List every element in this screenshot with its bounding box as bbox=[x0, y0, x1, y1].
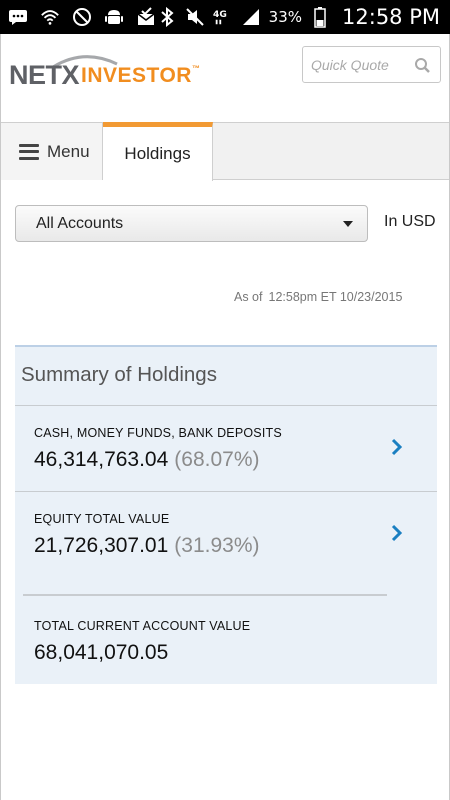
as-of-timestamp: As of 12:58pm ET 10/23/2015 bbox=[234, 290, 402, 304]
holding-label: EQUITY TOTAL VALUE bbox=[34, 512, 170, 526]
nav-tabs: Menu Holdings bbox=[1, 122, 449, 181]
holding-value: 21,726,307.01 (31.93%) bbox=[34, 534, 260, 557]
holding-percent: (68.07%) bbox=[174, 448, 260, 471]
hamburger-icon bbox=[19, 143, 39, 160]
battery-percent: 33% bbox=[268, 8, 303, 26]
dropdown-caret-icon bbox=[343, 221, 353, 227]
netx-investor-logo[interactable]: NETX INVESTOR™ bbox=[9, 54, 200, 104]
holding-label: CASH, MONEY FUNDS, BANK DEPOSITS bbox=[34, 426, 282, 440]
android-icon bbox=[104, 7, 124, 27]
signal-icon bbox=[241, 7, 261, 27]
mail-check-icon bbox=[136, 7, 156, 27]
chevron-right-icon[interactable] bbox=[391, 524, 403, 542]
account-select[interactable]: All Accounts bbox=[15, 205, 368, 242]
logo-netx-text: NETX bbox=[9, 60, 80, 90]
menu-label: Menu bbox=[47, 141, 90, 161]
message-icon bbox=[8, 7, 28, 27]
summary-title: Summary of Holdings bbox=[21, 363, 217, 386]
account-select-value: All Accounts bbox=[36, 214, 124, 232]
quick-quote-search bbox=[302, 46, 441, 83]
tab-holdings[interactable]: Holdings bbox=[103, 122, 213, 181]
svg-text:4G: 4G bbox=[213, 10, 227, 20]
blocked-icon bbox=[72, 7, 92, 27]
holding-percent: (31.93%) bbox=[174, 534, 260, 557]
as-of-prefix: As of bbox=[234, 290, 263, 304]
app-header: NETX INVESTOR™ bbox=[1, 34, 449, 122]
quick-quote-input[interactable] bbox=[311, 55, 411, 75]
total-value: 68,041,070.05 bbox=[34, 641, 169, 664]
search-icon[interactable] bbox=[414, 57, 431, 74]
chevron-right-icon[interactable] bbox=[391, 438, 403, 456]
bluetooth-icon bbox=[157, 7, 177, 27]
logo-investor-text: INVESTOR™ bbox=[81, 64, 201, 87]
app-frame: NETX INVESTOR™ Menu Holdings All Account… bbox=[0, 34, 450, 800]
network-4g-icon: 4G bbox=[213, 7, 233, 27]
clock: 12:58 PM bbox=[342, 5, 440, 29]
status-bar: 4G 33% 12:58 PM bbox=[0, 0, 450, 34]
wifi-calling-icon bbox=[40, 7, 60, 27]
battery-icon bbox=[310, 7, 330, 28]
menu-button[interactable]: Menu bbox=[1, 123, 103, 180]
currency-label: In USD bbox=[384, 213, 436, 230]
holding-row-equity[interactable]: EQUITY TOTAL VALUE 21,726,307.01 (31.93%) bbox=[15, 491, 437, 591]
mute-icon bbox=[185, 7, 205, 27]
total-divider bbox=[23, 594, 387, 596]
total-label: TOTAL CURRENT ACCOUNT VALUE bbox=[34, 619, 251, 633]
tab-holdings-label: Holdings bbox=[124, 144, 191, 163]
summary-of-holdings-panel: Summary of Holdings CASH, MONEY FUNDS, B… bbox=[15, 345, 437, 684]
holding-value: 46,314,763.04 (68.07%) bbox=[34, 448, 260, 471]
as-of-time: 12:58pm ET 10/23/2015 bbox=[268, 290, 403, 304]
holding-row-cash[interactable]: CASH, MONEY FUNDS, BANK DEPOSITS 46,314,… bbox=[15, 405, 437, 491]
